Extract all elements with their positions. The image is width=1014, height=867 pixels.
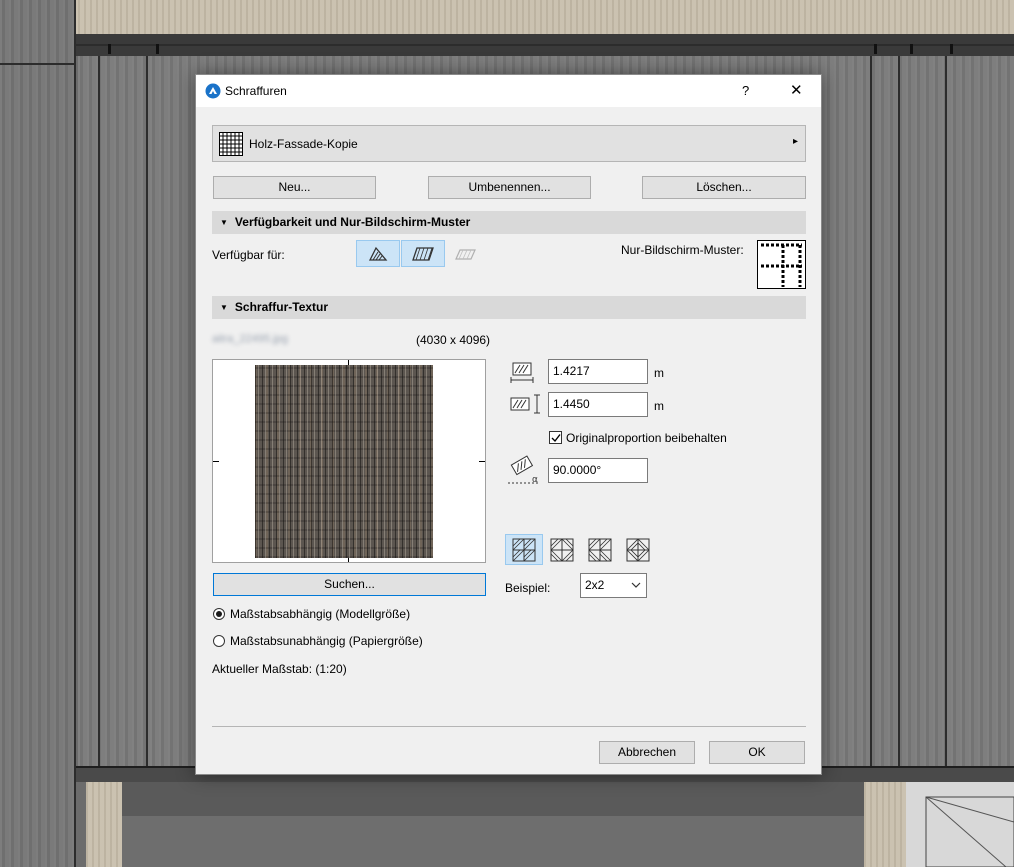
wood-texture-image	[255, 365, 433, 558]
texture-section-title: Schraffur-Textur	[234, 300, 329, 314]
cancel-button[interactable]: Abbrechen	[599, 741, 695, 764]
texture-height-icon	[510, 394, 540, 414]
archicad-logo-icon	[205, 83, 221, 99]
grid-line	[898, 56, 900, 766]
preview-mark	[213, 461, 219, 462]
search-texture-button[interactable]: Suchen...	[213, 573, 486, 596]
availability-section-title: Verfügbarkeit und Nur-Bildschirm-Muster	[234, 215, 471, 229]
available-for-label: Verfügbar für:	[212, 248, 285, 262]
grid-line	[870, 56, 872, 766]
example-label: Beispiel:	[505, 581, 551, 595]
post-left	[86, 782, 122, 867]
texture-width-input[interactable]: 1.4217	[548, 359, 648, 384]
pattern-selector[interactable]: Holz-Fassade-Kopie ▸	[212, 125, 806, 162]
beam-tick	[874, 44, 877, 54]
scale-paper-label[interactable]: Maßstabsunabhängig (Papiergröße)	[230, 634, 423, 648]
ok-button[interactable]: OK	[709, 741, 805, 764]
footer-divider	[212, 726, 806, 727]
texture-preview	[212, 359, 486, 563]
grid-line	[945, 56, 947, 766]
width-unit-label: m	[654, 366, 664, 380]
chevron-right-icon: ▸	[793, 136, 799, 147]
tile-mirror-xy-button[interactable]	[619, 534, 657, 565]
close-button[interactable]: ✕	[790, 81, 803, 99]
preview-mark	[479, 461, 485, 462]
texture-section-header[interactable]: ▼ Schraffur-Textur	[212, 296, 806, 319]
window-lines	[925, 796, 1014, 867]
texture-image-size: (4030 x 4096)	[416, 333, 491, 347]
beam-tick	[950, 44, 953, 54]
beam-tick	[156, 44, 159, 54]
texture-angle-input[interactable]: 90.0000°	[548, 458, 648, 483]
scale-model-label[interactable]: Maßstabsabhängig (Modellgröße)	[230, 607, 410, 621]
height-unit-label: m	[654, 399, 664, 413]
beam-tick	[108, 44, 111, 54]
tile-mirror-y-button[interactable]	[581, 534, 619, 565]
fill-tool-icon	[368, 246, 388, 261]
post-right	[864, 782, 906, 867]
scale-paper-radio[interactable]	[213, 635, 225, 647]
tile-normal-button[interactable]	[505, 534, 543, 565]
texture-width-icon	[510, 362, 534, 383]
grid-line	[74, 0, 76, 867]
keep-proportion-label: Originalproportion beibehalten	[566, 431, 727, 445]
texture-angle-icon: α	[508, 455, 538, 485]
beam-tick	[910, 44, 913, 54]
availability-section-header[interactable]: ▼ Verfügbarkeit und Nur-Bildschirm-Muster	[212, 211, 806, 234]
current-scale-label: Aktueller Maßstab: (1:20)	[212, 662, 347, 676]
help-button[interactable]: ?	[742, 83, 749, 98]
tile-mirror-xy-icon	[626, 537, 650, 562]
title-bar[interactable]: Schraffuren ? ✕	[196, 75, 821, 107]
slab	[122, 782, 864, 816]
screen-only-pattern-preview[interactable]	[757, 240, 806, 289]
texture-height-input[interactable]: 1.4450	[548, 392, 648, 417]
grid-line	[0, 63, 76, 65]
checkmark-icon	[551, 434, 561, 443]
zone-tool-toggle[interactable]	[447, 240, 483, 267]
tile-mirror-x-button[interactable]	[543, 534, 581, 565]
example-select-value: 2x2	[585, 578, 605, 592]
surface-tool-icon	[412, 246, 434, 261]
tile-mirror-x-icon	[550, 538, 574, 561]
surface-tool-toggle[interactable]	[401, 240, 445, 267]
grid-line	[98, 56, 100, 766]
texture-file-name: aitra_22495.jpg	[212, 333, 288, 345]
grid-line	[146, 56, 148, 766]
hatch-dialog: Schraffuren ? ✕ Holz-Fassade-Kopie ▸ Neu…	[195, 74, 822, 775]
tile-normal-icon	[512, 538, 536, 561]
keep-proportion-checkbox[interactable]	[549, 431, 562, 444]
new-button[interactable]: Neu...	[213, 176, 376, 199]
dialog-title: Schraffuren	[225, 84, 287, 98]
tile-mirror-y-icon	[588, 538, 612, 561]
pattern-name: Holz-Fassade-Kopie	[249, 137, 358, 151]
example-select[interactable]: 2x2	[580, 573, 647, 598]
lower-wall	[122, 816, 864, 867]
chevron-down-icon	[631, 582, 641, 588]
caret-down-icon: ▼	[220, 303, 228, 312]
fill-tool-toggle[interactable]	[356, 240, 400, 267]
facade-panel-left	[0, 0, 76, 867]
svg-text:α: α	[532, 475, 538, 485]
delete-button[interactable]: Löschen...	[642, 176, 806, 199]
caret-down-icon: ▼	[220, 218, 228, 227]
rename-button[interactable]: Umbenennen...	[428, 176, 591, 199]
beam-top-wood	[0, 0, 1014, 34]
hatch-grid-icon	[219, 132, 243, 156]
scale-model-radio[interactable]	[213, 608, 225, 620]
zone-tool-icon	[455, 248, 476, 260]
screen-only-label: Nur-Bildschirm-Muster:	[621, 243, 744, 257]
